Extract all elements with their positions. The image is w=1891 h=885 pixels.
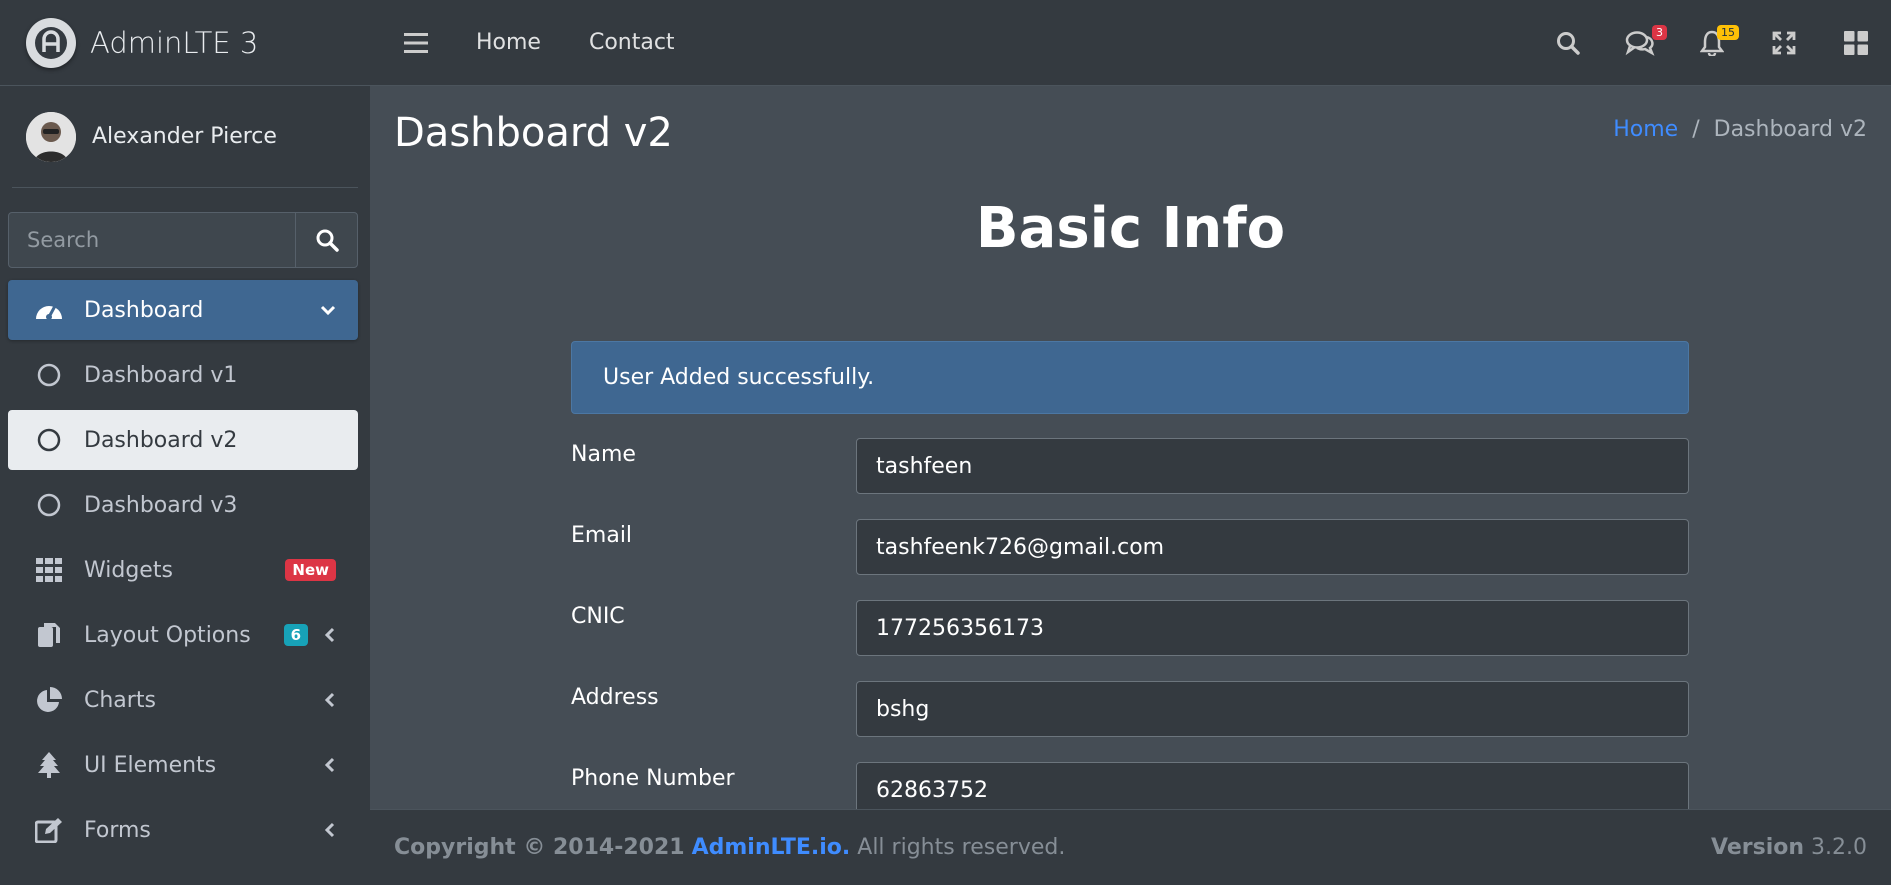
circle-icon [34, 490, 64, 520]
chevron-left-icon [324, 627, 335, 643]
circle-icon [34, 360, 64, 390]
count-badge: 6 [283, 623, 308, 647]
notifications-button[interactable]: 15 [1697, 25, 1739, 58]
content-wrapper: Dashboard v2 Home / Dashboard v2 Basic I… [370, 86, 1891, 809]
footer-version: Version 3.2.0 [1711, 835, 1867, 860]
sidebar-item-label: Dashboard v1 [84, 362, 238, 388]
user-name: Alexander Pierce [92, 124, 277, 149]
nav-link-home[interactable]: Home [476, 30, 541, 55]
sidebar-item-label: Dashboard [84, 297, 204, 323]
sidebar-search-button[interactable] [295, 213, 357, 267]
edit-icon [34, 815, 64, 845]
sidebar-item-label: Dashboard v3 [84, 492, 238, 518]
menu-toggle-button[interactable] [404, 28, 428, 58]
search-icon [316, 229, 339, 252]
tree-icon [34, 750, 64, 780]
chevron-left-icon [324, 757, 335, 773]
comments-icon [1625, 31, 1655, 56]
name-field[interactable] [856, 438, 1689, 494]
email-label: Email [571, 523, 633, 548]
table-icon [34, 880, 64, 885]
tachometer-icon [34, 295, 64, 325]
chevron-left-icon [324, 692, 335, 708]
sidebar-item-label: Forms [84, 817, 151, 843]
chevron-left-icon [324, 822, 335, 838]
page-title: Dashboard v2 [394, 110, 673, 156]
sidebar-item-forms[interactable]: Forms [8, 800, 358, 860]
sidebar-item-widgets[interactable]: Widgets New [8, 540, 358, 600]
address-label: Address [571, 685, 659, 710]
footer-rights: All rights reserved. [857, 835, 1066, 860]
sidebar-item-dashboard-v1[interactable]: Dashboard v1 [8, 345, 358, 405]
cnic-label: CNIC [571, 604, 625, 629]
sidebar-item-label: Charts [84, 687, 156, 713]
expand-arrows-icon [1772, 31, 1796, 55]
phone-field[interactable] [856, 762, 1689, 809]
brand-name: AdminLTE 3 [90, 25, 259, 60]
chevron-down-icon [320, 305, 336, 316]
sidebar-item-layout-options[interactable]: Layout Options 6 [8, 605, 358, 665]
grid-icon [34, 555, 64, 585]
cnic-field[interactable] [856, 600, 1689, 656]
fullscreen-button[interactable] [1769, 28, 1799, 58]
new-badge: New [285, 558, 336, 582]
notifications-count-badge: 15 [1717, 25, 1739, 40]
main-header: Home Contact 3 15 [370, 0, 1891, 86]
form-row-cnic: CNIC [571, 600, 1689, 656]
messages-count-badge: 3 [1652, 25, 1667, 40]
main-footer: Copyright © 2014-2021 AdminLTE.io. All r… [370, 809, 1891, 885]
phone-label: Phone Number [571, 766, 735, 791]
sidebar-item-label: Dashboard v2 [84, 427, 238, 453]
form-row-address: Address [571, 681, 1689, 737]
th-large-icon [1844, 31, 1868, 55]
pie-chart-icon [34, 685, 64, 715]
form-row-phone: Phone Number [571, 762, 1689, 809]
circle-icon [34, 425, 64, 455]
sidebar-search [8, 212, 358, 268]
messages-button[interactable]: 3 [1625, 25, 1667, 58]
brand-link[interactable]: AdminLTE 3 [0, 0, 370, 86]
avatar [26, 111, 76, 162]
sidebar-item-dashboard-v2[interactable]: Dashboard v2 [8, 410, 358, 470]
sidebar-item-dashboard-v3[interactable]: Dashboard v3 [8, 475, 358, 535]
main-sidebar: AdminLTE 3 Alexander Pierce Dashboard D [0, 0, 370, 885]
form-row-email: Email [571, 519, 1689, 575]
sidebar-item-label: UI Elements [84, 752, 217, 778]
adminlte-logo-icon [26, 17, 76, 68]
version-label: Version [1711, 835, 1805, 860]
nav-link-contact[interactable]: Contact [589, 30, 675, 55]
search-icon [1557, 32, 1580, 55]
breadcrumb-separator: / [1692, 117, 1700, 142]
sidebar-item-partial[interactable] [8, 865, 358, 885]
sidebar-item-dashboard[interactable]: Dashboard [8, 280, 358, 340]
version-number: 3.2.0 [1811, 835, 1867, 860]
copy-icon [34, 620, 64, 650]
breadcrumb: Home / Dashboard v2 [1613, 117, 1867, 142]
footer-copyright: Copyright © 2014-2021 [394, 835, 685, 860]
success-alert: User Added successfully. [571, 341, 1689, 414]
form-title: Basic Info [975, 196, 1286, 261]
address-field[interactable] [856, 681, 1689, 737]
sidebar-search-input[interactable] [9, 213, 295, 267]
breadcrumb-home-link[interactable]: Home [1613, 117, 1678, 142]
sidebar-item-charts[interactable]: Charts [8, 670, 358, 730]
control-sidebar-button[interactable] [1841, 28, 1871, 58]
sidebar-item-label: Widgets [84, 557, 173, 583]
hamburger-icon [404, 32, 428, 53]
sidebar-item-label: Layout Options [84, 622, 251, 648]
sidebar-item-ui-elements[interactable]: UI Elements [8, 735, 358, 795]
navbar-search-button[interactable] [1553, 28, 1583, 58]
footer-adminlte-link[interactable]: AdminLTE.io. [692, 835, 851, 860]
sidebar-menu: Dashboard Dashboard v1 Dashboard v2 Dash… [8, 280, 358, 885]
user-panel[interactable]: Alexander Pierce [12, 86, 358, 188]
name-label: Name [571, 442, 636, 467]
email-field[interactable] [856, 519, 1689, 575]
breadcrumb-current: Dashboard v2 [1713, 117, 1867, 142]
form-row-name: Name [571, 438, 1689, 494]
